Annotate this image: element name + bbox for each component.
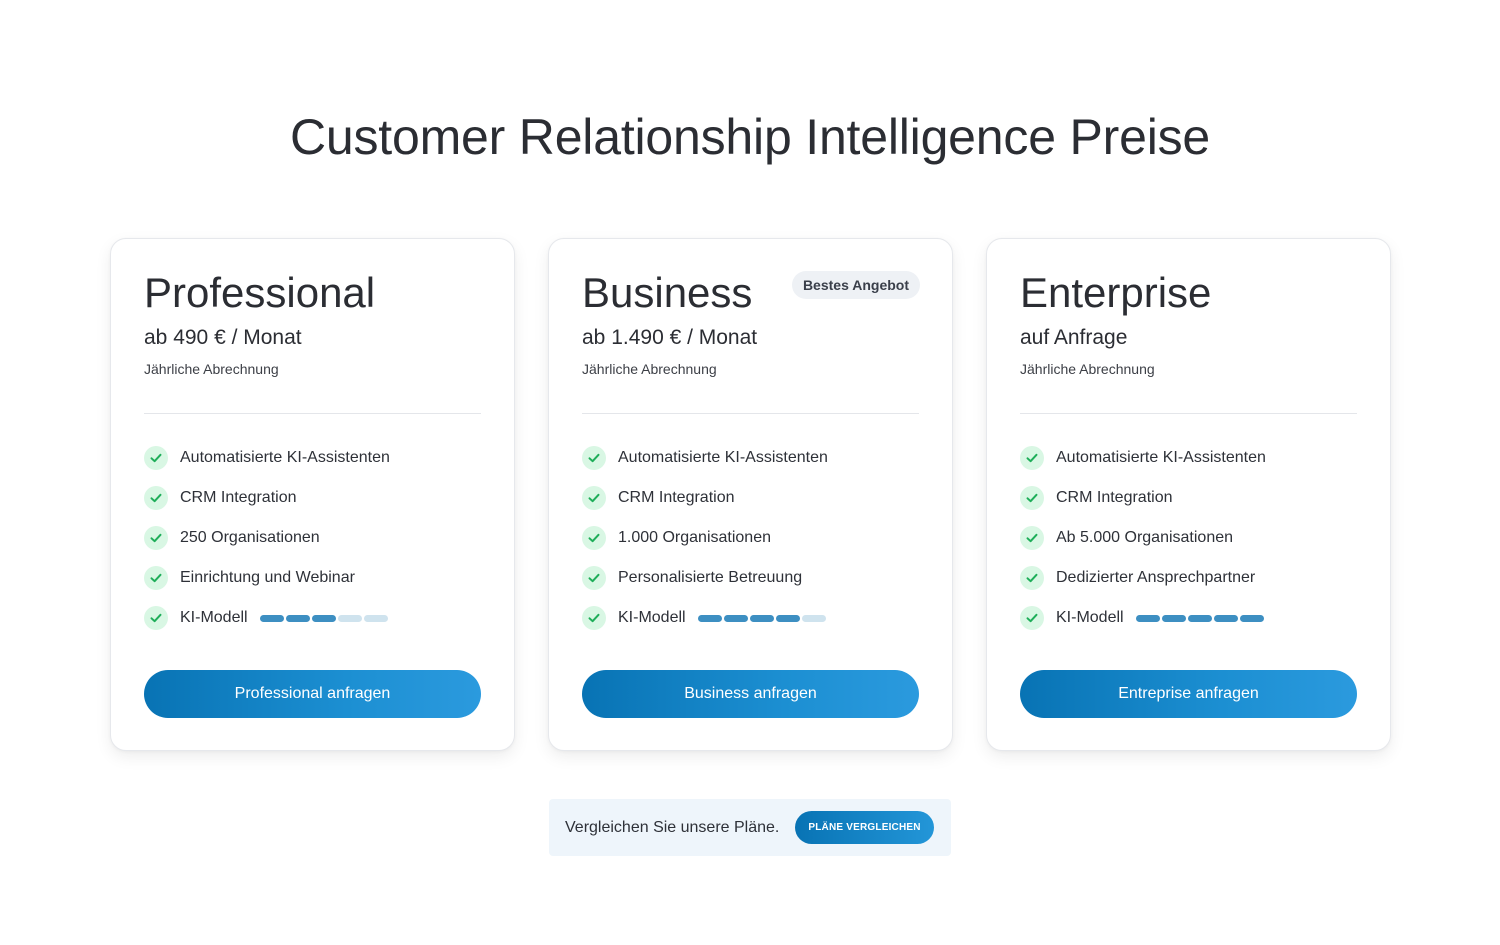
ai-model-level-segment [285, 614, 310, 622]
feature-list: Automatisierte KI-Assistenten CRM Integr… [1020, 446, 1357, 646]
ai-model-level-segment [775, 614, 800, 622]
ai-model-level-segment [1239, 614, 1264, 622]
feature-label: Automatisierte KI-Assistenten [1056, 449, 1266, 466]
divider [144, 413, 481, 414]
check-icon [1020, 486, 1044, 510]
feature-label: Automatisierte KI-Assistenten [618, 449, 828, 466]
divider [1020, 413, 1357, 414]
feature-label: CRM Integration [1056, 489, 1173, 506]
best-offer-badge: Bestes Angebot [791, 271, 920, 299]
check-icon [1020, 446, 1044, 470]
plan-billing: Jährliche Abrechnung [144, 361, 279, 377]
feature-label: Automatisierte KI-Assistenten [180, 449, 390, 466]
ai-model-label: KI-Modell [180, 609, 248, 626]
check-icon [582, 486, 606, 510]
plan-name: Professional [144, 269, 376, 316]
feature-item-ai-model: KI-Modell [144, 606, 481, 630]
check-icon [1020, 606, 1044, 630]
feature-list: Automatisierte KI-Assistenten CRM Integr… [582, 446, 919, 646]
ai-model-level-segment [697, 614, 722, 622]
check-icon [144, 566, 168, 590]
plan-name: Enterprise [1020, 269, 1212, 316]
feature-item-ai-model: KI-Modell [1020, 606, 1357, 630]
ai-model-level-meter [259, 614, 388, 622]
page-title: Customer Relationship Intelligence Preis… [289, 109, 1211, 165]
ai-model-level-segment [259, 614, 284, 622]
ai-model-level-segment [363, 614, 388, 622]
ai-model-level-segment [1213, 614, 1238, 622]
ai-model-level-segment [1161, 614, 1186, 622]
request-enterprise-button[interactable]: Entreprise anfragen [1020, 670, 1357, 718]
plan-price: ab 1.490 € / Monat [582, 326, 758, 349]
feature-item: Ab 5.000 Organisationen [1020, 526, 1357, 550]
feature-label: CRM Integration [180, 489, 297, 506]
feature-item: Dedizierter Ansprechpartner [1020, 566, 1357, 590]
feature-label: Einrichtung und Webinar [180, 569, 355, 586]
check-icon [1020, 526, 1044, 550]
ai-model-level-segment [1135, 614, 1160, 622]
ai-model-level-meter [697, 614, 826, 622]
feature-label: Personalisierte Betreuung [618, 569, 803, 586]
plan-billing: Jährliche Abrechnung [582, 361, 717, 377]
feature-item: Einrichtung und Webinar [144, 566, 481, 590]
pricing-cards: Professional ab 490 € / Monat Jährliche … [110, 238, 1391, 751]
feature-item: 1.000 Organisationen [582, 526, 919, 550]
feature-item-ai-model: KI-Modell [582, 606, 919, 630]
check-icon [582, 526, 606, 550]
plan-billing: Jährliche Abrechnung [1020, 361, 1155, 377]
check-icon [582, 446, 606, 470]
request-business-button[interactable]: Business anfragen [582, 670, 919, 718]
feature-list: Automatisierte KI-Assistenten CRM Integr… [144, 446, 481, 646]
plan-card-enterprise: Enterprise auf Anfrage Jährliche Abrechn… [986, 238, 1391, 751]
feature-item: CRM Integration [1020, 486, 1357, 510]
divider [582, 413, 919, 414]
feature-item: 250 Organisationen [144, 526, 481, 550]
ai-model-label: KI-Modell [618, 609, 686, 626]
feature-item: Automatisierte KI-Assistenten [144, 446, 481, 470]
check-icon [144, 446, 168, 470]
ai-model-label: KI-Modell [1056, 609, 1124, 626]
feature-label: Dedizierter Ansprechpartner [1056, 569, 1256, 586]
plan-price: auf Anfrage [1020, 326, 1128, 349]
ai-model-level-segment [311, 614, 336, 622]
check-icon [582, 566, 606, 590]
feature-item: CRM Integration [582, 486, 919, 510]
ai-model-level-meter [1135, 614, 1264, 622]
compare-plans-banner: Vergleichen Sie unsere Pläne. PLÄNE VERG… [549, 799, 951, 856]
check-icon [144, 486, 168, 510]
plan-name: Business [582, 269, 753, 316]
check-icon [1020, 566, 1044, 590]
plan-price: ab 490 € / Monat [144, 326, 302, 349]
feature-label: 250 Organisationen [180, 529, 320, 546]
feature-item: Automatisierte KI-Assistenten [1020, 446, 1357, 470]
feature-label: CRM Integration [618, 489, 735, 506]
check-icon [144, 526, 168, 550]
ai-model-level-segment [723, 614, 748, 622]
ai-model-level-segment [337, 614, 362, 622]
feature-item: Personalisierte Betreuung [582, 566, 919, 590]
ai-model-level-segment [801, 614, 826, 622]
compare-text: Vergleichen Sie unsere Pläne. [565, 818, 780, 836]
ai-model-level-segment [1187, 614, 1212, 622]
ai-model-level-segment [749, 614, 774, 622]
check-icon [582, 606, 606, 630]
feature-item: CRM Integration [144, 486, 481, 510]
request-professional-button[interactable]: Professional anfragen [144, 670, 481, 718]
feature-label: Ab 5.000 Organisationen [1056, 529, 1234, 546]
compare-plans-button[interactable]: PLÄNE VERGLEICHEN [795, 811, 934, 844]
plan-card-professional: Professional ab 490 € / Monat Jährliche … [110, 238, 515, 751]
plan-card-business: Business Bestes Angebot ab 1.490 € / Mon… [548, 238, 953, 751]
feature-item: Automatisierte KI-Assistenten [582, 446, 919, 470]
feature-label: 1.000 Organisationen [618, 529, 771, 546]
check-icon [144, 606, 168, 630]
